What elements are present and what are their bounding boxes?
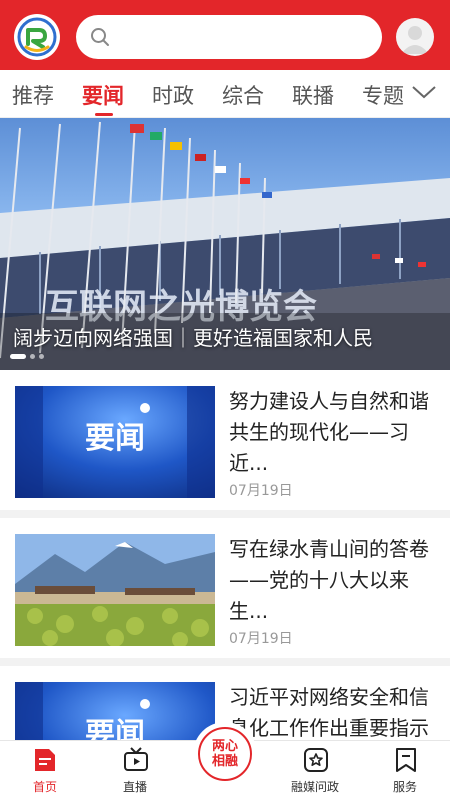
divider [0,510,450,518]
center-label-line2: 相融 [211,754,238,769]
carousel-dot [39,354,44,359]
banner-caption[interactable]: 阔步迈向网络强国｜更好造福国家和人民 [13,322,373,351]
logo-icon [17,17,57,57]
news-title[interactable]: 写在绿水青山间的答卷——党的十八大以来生... [229,534,435,627]
more-tabs-button[interactable] [403,70,450,117]
user-avatar[interactable] [396,18,434,56]
center-button-label: 两心 相融 [195,739,255,769]
tab-recommend[interactable]: 推荐 [12,80,54,110]
search-icon [91,28,109,46]
tab-broadcast[interactable]: 联播 [292,80,334,110]
home-doc-icon [35,749,55,771]
center-label-line1: 两心 [211,739,238,754]
app-logo[interactable] [14,14,60,60]
divider [0,658,450,666]
nav-home[interactable]: 首页 [5,741,85,801]
user-icon [401,26,429,54]
nav-label: 服务 [392,780,417,794]
news-thumbnail: 要闻 [15,386,215,498]
search-input[interactable] [120,21,370,53]
nav-services[interactable]: 服务 [365,741,445,801]
thumbnail-text: 要闻 [85,421,145,456]
chevron-down-icon [412,86,436,99]
news-date: 07月19日 [229,483,293,499]
tab-special[interactable]: 专题 [362,80,404,110]
search-bar[interactable] [76,15,382,59]
bookmark-icon [396,748,416,772]
tab-politics[interactable]: 时政 [152,80,194,110]
news-item[interactable]: 写在绿水青山间的答卷——党的十八大以来生... 07月19日 [0,518,450,658]
tab-headlines[interactable]: 要闻 [82,80,124,110]
news-title[interactable]: 习近平对网络安全和信息化工作作出重要指示 [229,682,435,744]
news-date: 07月19日 [229,631,293,647]
tab-general[interactable]: 综合 [222,80,264,110]
news-item[interactable]: 要闻 努力建设人与自然和谐共生的现代化——习近... 07月19日 [0,370,450,510]
nav-politics-qa[interactable]: 融媒问政 [275,741,355,801]
tv-icon [124,747,148,771]
star-badge-icon [304,748,328,772]
nav-label: 融媒问政 [290,780,339,794]
top-header [0,0,450,70]
nav-label: 首页 [32,780,57,794]
nav-label: 直播 [122,780,147,794]
carousel-dot [30,354,35,359]
active-tab-indicator [95,113,113,116]
category-tabs: 推荐 要闻 时政 综合 联播 专题 [0,70,450,118]
news-title[interactable]: 努力建设人与自然和谐共生的现代化——习近... [229,386,435,479]
center-action-button[interactable]: 两心 相融 [195,724,255,784]
carousel-dot-active [10,354,26,359]
nav-live[interactable]: 直播 [95,741,175,801]
news-thumbnail [15,534,215,646]
